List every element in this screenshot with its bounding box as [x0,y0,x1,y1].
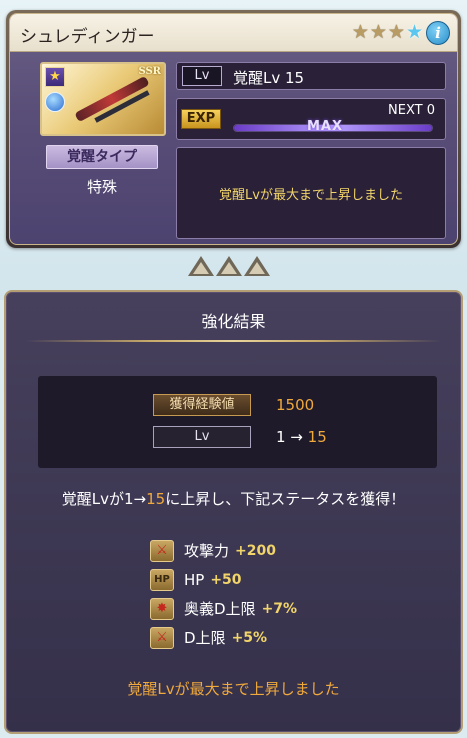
triangle-arrow-icon [188,256,214,276]
info-icon[interactable]: i [426,21,450,45]
stat-name: D上限 [184,629,226,647]
awaken-type-value: 特殊 [86,178,117,196]
lv-to: 15 [307,428,327,446]
star-icon: ★ [369,21,387,43]
stat-name: 攻撃力 [184,542,230,560]
exp-row: EXP NEXT 0 MAX [176,98,446,140]
exp-max-label: MAX [307,119,344,134]
stat-value: +7% [261,600,298,617]
triangle-arrow-icon [244,256,270,276]
awaken-level: 覚醒Lv 15 [233,69,305,87]
triangle-arrow-icon [216,256,242,276]
result-summary: 覚醒Lvが1→15に上昇し、下記ステータスを獲得！ [6,488,461,509]
title-bar: シュレディンガー ★ ★ ★ ★ i [10,14,457,52]
exp-gain-box: 獲得経験値 1500 Lv 1 → 15 [38,376,437,468]
awaken-type-label: 覚醒タイプ [46,145,158,169]
stat-name: HP [184,570,205,589]
status-message: 覚醒Lvが最大まで上昇しました [219,187,403,203]
stat-value: +5% [231,629,268,646]
stat-list: ⚔ 攻撃力 +200 HP HP +50 ✸ 奥義D上限 +7% ⚔ D上限 +… [150,536,297,652]
lv-label: Lv [153,426,251,448]
weapon-image[interactable]: SSR ★ [40,62,166,136]
star-icon: ★ [387,21,405,43]
lv-tag: Lv [182,66,222,86]
step-arrows [188,256,270,276]
result-panel: 強化結果 獲得経験値 1500 Lv 1 → 15 覚醒Lvが1→15に上昇し、… [4,290,463,734]
star-icon: ★ [351,21,369,43]
damage-cap-icon: ⚔ [150,626,174,649]
star-type-icon: ★ [45,67,65,87]
star-icon: ★ [405,21,423,43]
stat-row: ✸ 奥義D上限 +7% [150,594,297,623]
hp-icon: HP [150,568,174,591]
lv-from: 1 → [276,428,308,446]
status-message-box: 覚醒Lvが最大まで上昇しました [176,147,446,239]
rarity-badge: SSR [138,66,161,77]
result-title: 強化結果 [201,312,266,331]
stat-row: ⚔ D上限 +5% [150,623,297,652]
stat-value: +50 [210,571,242,588]
stat-row: ⚔ 攻撃力 +200 [150,536,297,565]
star-rating: ★ ★ ★ ★ [352,22,423,42]
max-level-message: 覚醒Lvが最大まで上昇しました [127,680,340,698]
attack-icon: ⚔ [150,539,174,562]
stat-row: HP HP +50 [150,565,297,594]
weapon-name: シュレディンガー [20,27,155,47]
exp-tag: EXP [181,109,221,129]
title-divider [26,340,441,342]
level-row: Lv 覚醒Lv 15 [176,62,446,90]
gain-exp-label: 獲得経験値 [153,394,251,416]
weapon-card: シュレディンガー ★ ★ ★ ★ i SSR ★ 覚醒タイプ 特殊 Lv 覚醒L… [6,10,461,248]
lv-change: 1 → 15 [276,428,327,446]
next-exp: NEXT 0 [388,103,435,118]
gain-exp-value: 1500 [276,396,315,414]
stat-value: +200 [235,542,276,559]
stat-name: 奥義D上限 [184,600,256,618]
summary-level: 15 [146,490,166,508]
ougi-icon: ✸ [150,597,174,620]
summary-prefix: 覚醒Lvが1→ [61,490,147,508]
summary-suffix: に上昇し、下記ステータスを獲得！ [165,490,406,508]
element-icon [45,92,65,112]
